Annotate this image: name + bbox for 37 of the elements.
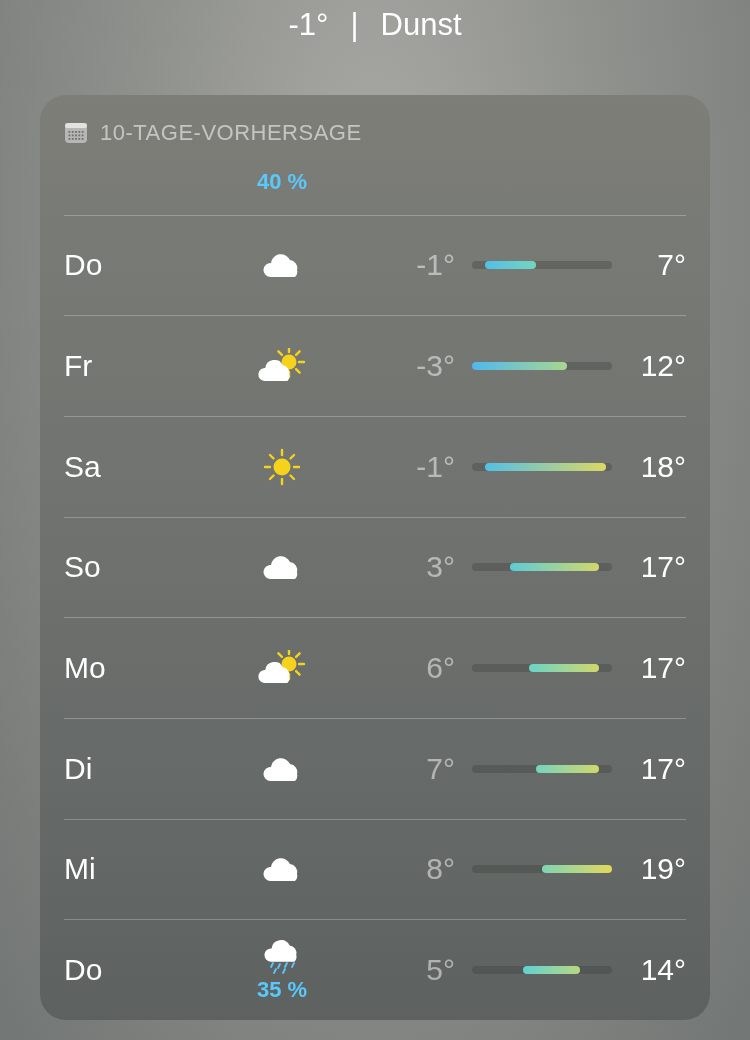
current-temperature: -1° bbox=[288, 7, 329, 43]
sun-icon bbox=[263, 447, 301, 486]
high-temperature: 14° bbox=[640, 953, 686, 988]
current-condition: Dunst bbox=[380, 7, 462, 43]
day-label: Sa bbox=[64, 449, 102, 484]
low-temperature: -1° bbox=[416, 449, 455, 484]
temperature-range-bar bbox=[484, 261, 536, 270]
day-label: Di bbox=[64, 751, 94, 786]
low-temperature: -3° bbox=[416, 349, 455, 384]
temperature-range-bar bbox=[542, 865, 612, 874]
section-title: 10-TAGE-VORHERSAGE bbox=[100, 119, 362, 146]
temperature-range-bar bbox=[529, 664, 600, 673]
low-temperature: 7° bbox=[426, 751, 455, 786]
low-temperature: 3° bbox=[426, 550, 455, 585]
day-label: Do bbox=[64, 953, 104, 988]
temperature-range-bar bbox=[522, 966, 581, 975]
low-temperature: 5° bbox=[426, 953, 455, 988]
low-temperature: 8° bbox=[426, 852, 455, 887]
day-label: Mi bbox=[64, 852, 97, 887]
high-temperature: 17° bbox=[640, 651, 686, 686]
low-temperature: -1° bbox=[416, 248, 455, 283]
calendar-icon bbox=[64, 121, 88, 144]
high-temperature: 19° bbox=[640, 852, 686, 887]
precipitation-chance: 35 % bbox=[256, 977, 308, 1004]
day-label: Fr bbox=[64, 349, 94, 384]
high-temperature: 12° bbox=[640, 349, 686, 384]
day-label: So bbox=[64, 550, 102, 585]
high-temperature: 17° bbox=[640, 550, 686, 585]
temperature-range-bar bbox=[535, 764, 600, 773]
separator: | bbox=[350, 7, 359, 43]
day-label: Do bbox=[64, 248, 104, 283]
precipitation-chance: 40 % bbox=[256, 168, 308, 195]
day-label: Mo bbox=[64, 651, 107, 686]
high-temperature: 18° bbox=[640, 449, 686, 484]
low-temperature: 6° bbox=[426, 651, 455, 686]
high-temperature: 17° bbox=[640, 751, 686, 786]
high-temperature: 7° bbox=[657, 248, 686, 283]
